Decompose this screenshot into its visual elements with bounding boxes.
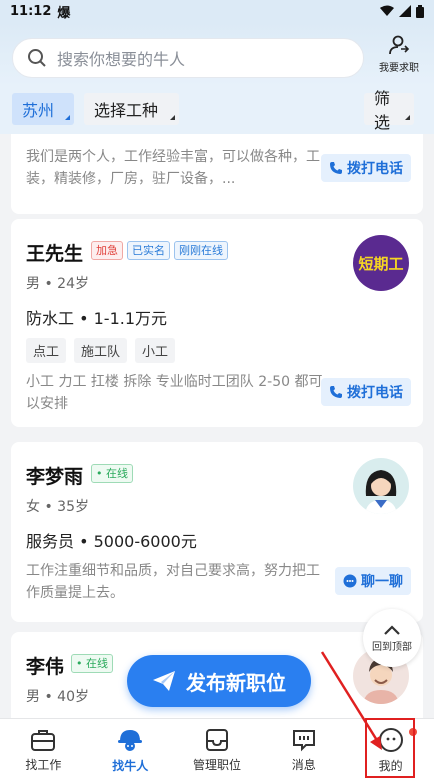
- publish-job-label: 发布新职位: [186, 670, 286, 695]
- tab-label: 管理职位: [192, 757, 241, 772]
- phone-icon: [330, 162, 342, 174]
- worker-meta: 男 • 40岁: [26, 689, 89, 705]
- paper-plane-icon: [153, 671, 175, 691]
- worker-card[interactable]: 李梦雨 • 在线 女 • 35岁 服务员 • 5000-6000元 工作注重细节…: [11, 442, 423, 622]
- back-to-top-button[interactable]: 回到顶部: [363, 609, 421, 667]
- city-filter[interactable]: 苏州: [12, 93, 74, 125]
- worker-meta: 女 • 35岁: [26, 499, 89, 515]
- briefcase-icon: [31, 729, 56, 751]
- chat-button[interactable]: 聊一聊: [335, 567, 411, 595]
- chat-icon: [343, 574, 357, 588]
- tab-find-job[interactable]: 找工作: [0, 719, 87, 781]
- woman-avatar-icon: [365, 470, 397, 514]
- skill-tag: 小工: [135, 338, 176, 363]
- battery-icon: [416, 4, 424, 18]
- inbox-icon: [205, 728, 228, 751]
- worker-name: 李伟: [26, 656, 65, 678]
- status-bar: 11:12 爆: [0, 0, 434, 22]
- status-notification: 爆: [57, 5, 71, 21]
- online-badge: • 在线: [91, 464, 133, 483]
- status-time: 11:12: [10, 3, 52, 19]
- publish-job-button[interactable]: 发布新职位: [127, 655, 311, 707]
- more-filter-label: 筛选: [374, 89, 391, 132]
- dropdown-corner-icon: [405, 115, 410, 120]
- worker-description: 小工 力工 扛楼 拆除 专业临时工团队 2-50 都可以安排: [26, 374, 323, 412]
- recently-online-badge: 刚刚在线: [174, 241, 228, 260]
- dropdown-corner-icon: [170, 115, 175, 120]
- search-placeholder: 搜索你想要的牛人: [57, 50, 186, 69]
- phone-icon: [330, 386, 342, 398]
- avatar-text: 短期工: [358, 254, 404, 273]
- avatar: [353, 458, 409, 514]
- call-button-label: 拨打电话: [347, 385, 403, 401]
- skill-tag: 点工: [26, 338, 67, 363]
- urgent-badge: 加急: [91, 241, 123, 260]
- online-badge: • 在线: [71, 654, 113, 673]
- worker-name: 王先生: [26, 243, 84, 265]
- job-seek-label: 我要求职: [379, 63, 419, 74]
- worker-job: 防水工 • 1-1.1万元: [26, 309, 168, 328]
- worker-description: 工作注重细节和品质，对自己要求高，努力把工作质量提上去。: [26, 563, 320, 601]
- job-seek-button[interactable]: 我要求职: [372, 34, 426, 84]
- worker-helmet-icon: [118, 729, 143, 751]
- call-button-label: 拨打电话: [347, 161, 403, 177]
- header: 搜索你想要的牛人 我要求职: [0, 22, 434, 86]
- chevron-up-icon: [384, 624, 400, 635]
- call-button[interactable]: 拨打电话: [321, 378, 411, 406]
- worker-card[interactable]: 王先生 加急 已实名 刚刚在线 男 • 24岁 防水工 • 1-1.1万元 点工…: [11, 219, 423, 427]
- signal-icon: [399, 5, 411, 17]
- worker-card[interactable]: 我们是两个人，工作经验丰富，可以做各种，工装，精装修，厂房，驻厂设备，... 拨…: [11, 134, 423, 214]
- tab-label: 找牛人: [112, 758, 149, 773]
- tab-manage-jobs[interactable]: 管理职位: [174, 719, 261, 781]
- tab-label: 找工作: [25, 757, 62, 772]
- wifi-icon: [380, 5, 394, 16]
- back-to-top-label: 回到顶部: [372, 641, 412, 653]
- call-button[interactable]: 拨打电话: [321, 154, 411, 182]
- worker-description: 我们是两个人，工作经验丰富，可以做各种，工装，精装修，厂房，驻厂设备，...: [26, 149, 320, 187]
- worker-job: 服务员 • 5000-6000元: [26, 532, 197, 551]
- highlight-box: [365, 718, 415, 778]
- worker-name: 李梦雨: [26, 466, 84, 488]
- verified-badge: 已实名: [127, 241, 170, 260]
- person-swap-icon: [389, 35, 410, 55]
- city-filter-label: 苏州: [22, 101, 55, 120]
- job-type-filter[interactable]: 选择工种: [84, 93, 179, 125]
- avatar: 短期工: [353, 235, 409, 291]
- dropdown-corner-icon: [65, 115, 70, 120]
- tab-messages[interactable]: 消息: [260, 719, 347, 781]
- more-filter[interactable]: 筛选: [364, 89, 414, 132]
- search-input[interactable]: 搜索你想要的牛人: [12, 38, 364, 78]
- chat-bubble-icon: [292, 729, 315, 751]
- search-icon: [28, 49, 46, 67]
- chat-button-label: 聊一聊: [361, 574, 403, 590]
- job-type-filter-label: 选择工种: [94, 101, 159, 120]
- filter-bar: 苏州 选择工种 筛选: [0, 86, 434, 134]
- tab-label: 消息: [291, 757, 316, 772]
- worker-meta: 男 • 24岁: [26, 276, 89, 292]
- tab-find-worker[interactable]: 找牛人: [87, 719, 174, 781]
- skill-tag: 施工队: [74, 338, 128, 363]
